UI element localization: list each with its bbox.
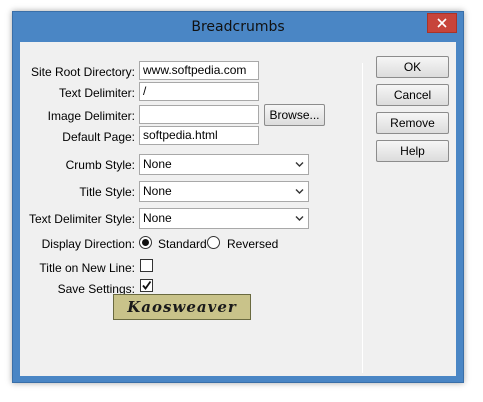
remove-button[interactable]: Remove [376, 112, 449, 134]
display-direction-label: Display Direction: [41, 237, 135, 251]
text-delimiter-style-label: Text Delimiter Style: [28, 212, 135, 226]
direction-reversed-radio[interactable] [207, 236, 220, 249]
chevron-down-icon [295, 162, 304, 167]
crumb-style-select[interactable]: None [139, 154, 309, 175]
browse-button[interactable]: Browse... [264, 104, 325, 126]
text-delimiter-style-select[interactable]: None [139, 208, 309, 229]
title-style-value: None [143, 184, 172, 198]
crumb-style-value: None [143, 157, 172, 171]
image-delimiter-input[interactable] [139, 105, 259, 124]
kaosweaver-logo: Kaosweaver [113, 294, 251, 320]
title-style-label: Title Style: [79, 185, 135, 199]
direction-reversed-label: Reversed [227, 237, 279, 251]
title-new-line-checkbox[interactable] [140, 259, 153, 272]
direction-standard-label: Standard [158, 237, 207, 251]
checkmark-icon [142, 280, 152, 290]
chevron-down-icon [295, 216, 304, 221]
text-delimiter-label: Text Delimiter: [58, 86, 135, 100]
crumb-style-label: Crumb Style: [65, 158, 135, 172]
title-style-select[interactable]: None [139, 181, 309, 202]
logo-text: Kaosweaver [127, 298, 237, 316]
cancel-button[interactable]: Cancel [376, 84, 449, 106]
default-page-input[interactable]: softpedia.html [139, 126, 259, 145]
direction-standard-radio[interactable] [139, 236, 152, 249]
image-delimiter-label: Image Delimiter: [47, 109, 135, 123]
title-bar[interactable]: Breadcrumbs [13, 12, 463, 42]
site-root-label: Site Root Directory: [30, 65, 135, 79]
vertical-divider [362, 63, 363, 373]
site-root-input[interactable]: www.softpedia.com [139, 61, 259, 80]
chevron-down-icon [295, 189, 304, 194]
title-new-line-label: Title on New Line: [39, 261, 135, 275]
close-icon [437, 18, 447, 28]
help-button[interactable]: Help [376, 140, 449, 162]
window-title: Breadcrumbs [191, 19, 285, 35]
dialog-body: Site Root Directory: www.softpedia.com T… [20, 42, 456, 376]
ok-button[interactable]: OK [376, 56, 449, 78]
close-button[interactable] [427, 13, 457, 33]
save-settings-checkbox[interactable] [140, 279, 153, 292]
default-page-label: Default Page: [62, 130, 135, 144]
dialog-window: Breadcrumbs Site Root Directory: www.sof… [12, 11, 464, 383]
text-delimiter-input[interactable]: / [139, 82, 259, 101]
text-delimiter-style-value: None [143, 211, 172, 225]
